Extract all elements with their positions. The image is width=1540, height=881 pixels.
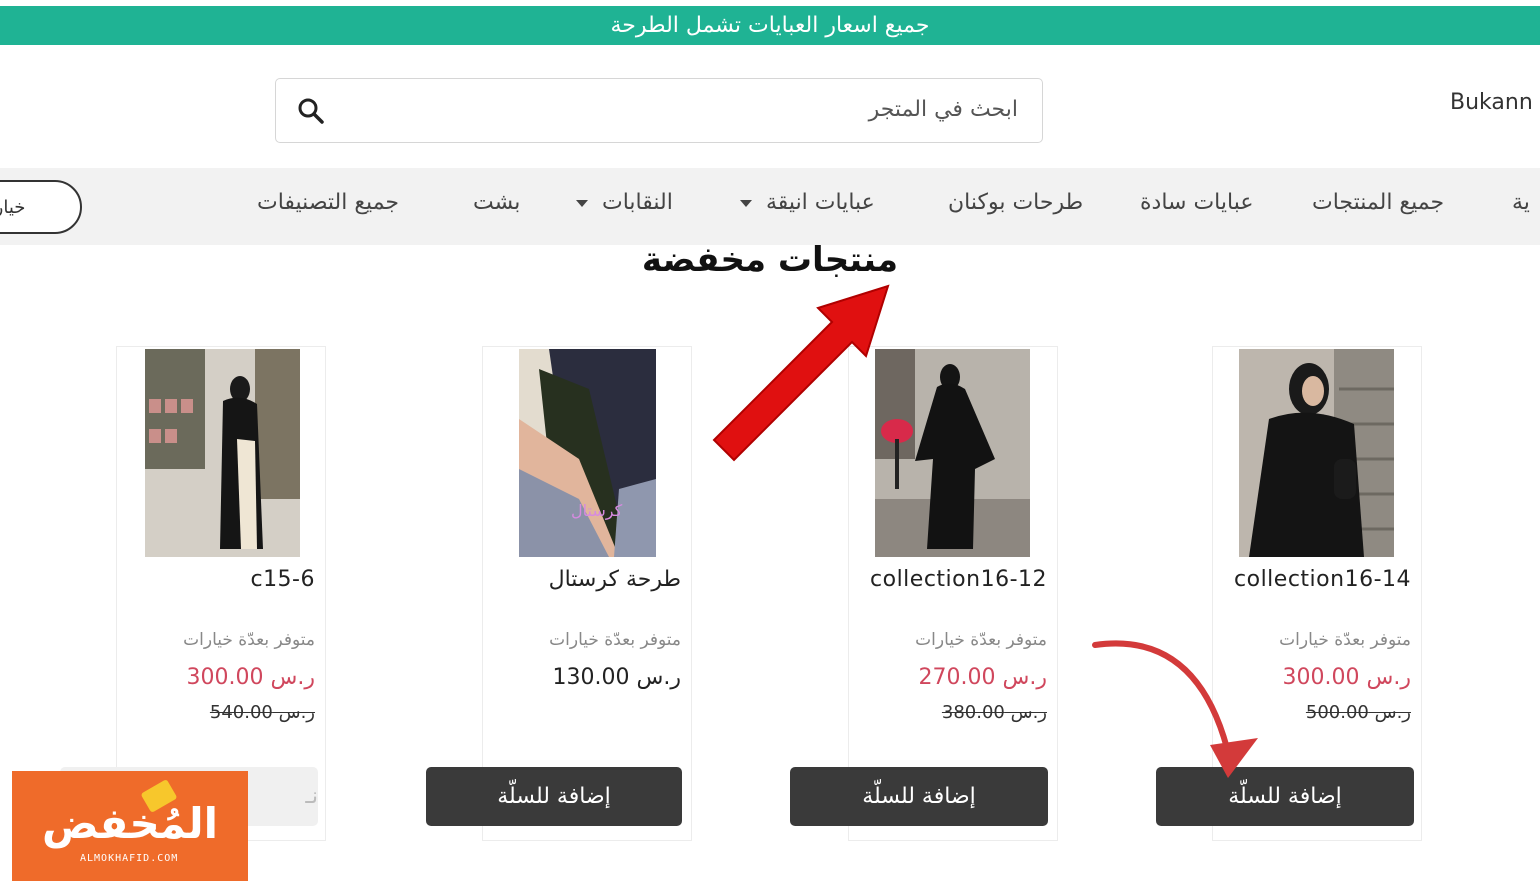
search-icon[interactable] — [296, 96, 326, 130]
nav-item-all-products[interactable]: جميع المنتجات — [1312, 190, 1444, 215]
availability-text: متوفر بعدّة خيارات — [915, 630, 1047, 650]
availability-text: متوفر بعدّة خيارات — [1279, 630, 1411, 650]
nav-item-plain-abayas[interactable]: عبايات سادة — [1140, 190, 1253, 215]
add-to-cart-button[interactable]: إضافة للسلّة — [790, 767, 1048, 826]
search-input[interactable]: ابحث في المتجر — [869, 97, 1018, 122]
availability-text: متوفر بعدّة خيارات — [183, 630, 315, 650]
product-name[interactable]: collection16-14 — [1234, 567, 1411, 592]
section-title: منتجات مخفضة — [641, 240, 899, 280]
search-box[interactable]: ابحث في المتجر — [275, 78, 1043, 143]
original-price: ر.س 540.00 — [209, 702, 315, 723]
nav-item-bisht[interactable]: بشت — [473, 190, 520, 215]
add-to-cart-button[interactable]: إضافة للسلّة — [426, 767, 682, 826]
watermark-domain: ALMOKHAFID.COM — [80, 853, 179, 864]
nav-item-label: النقابات — [602, 190, 673, 215]
original-price: ر.س 500.00 — [1305, 702, 1411, 723]
product-name[interactable]: collection16-12 — [870, 567, 1047, 592]
product-price: ر.س 130.00 — [552, 665, 681, 690]
product-image[interactable]: كرستال — [519, 349, 656, 557]
nav-item-all-categories[interactable]: جميع التصنيفات — [257, 190, 399, 215]
add-to-cart-button[interactable]: إضافة للسلّة — [1156, 767, 1414, 826]
nav-item-bukanan-scarves[interactable]: طرحات بوكنان — [948, 190, 1083, 215]
main-nav: ية جميع المنتجات عبايات سادة طرحات بوكنا… — [0, 168, 1540, 245]
store-logo[interactable]: Bukann — [1450, 90, 1533, 115]
nav-item-niqabs[interactable]: النقابات — [576, 190, 673, 215]
watermark-brand: المُخفض — [41, 799, 219, 848]
chevron-down-icon — [740, 199, 752, 207]
watermark-logo: المُخفض ALMOKHAFID.COM — [12, 771, 248, 881]
chevron-down-icon — [576, 199, 588, 207]
original-price: ر.س 380.00 — [941, 702, 1047, 723]
sale-price: ر.س 300.00 — [186, 665, 315, 690]
product-image[interactable] — [1239, 349, 1394, 557]
sale-price: ر.س 300.00 — [1282, 665, 1411, 690]
nav-item-partial[interactable]: ية — [1512, 190, 1530, 215]
product-name[interactable]: c15-6 — [250, 567, 315, 592]
product-name[interactable]: طرحة كرستال — [549, 567, 681, 592]
sale-price: ر.س 270.00 — [918, 665, 1047, 690]
nav-item-label: عبايات انيقة — [766, 190, 875, 215]
options-button[interactable]: خيارات ا — [0, 180, 82, 234]
product-image[interactable] — [875, 349, 1030, 557]
image-caption: كرستال — [571, 501, 623, 520]
announcement-text: جميع اسعار العبايات تشمل الطرحة — [610, 13, 930, 38]
nav-item-elegant-abayas[interactable]: عبايات انيقة — [740, 190, 875, 215]
product-image[interactable] — [145, 349, 300, 557]
announcement-bar: جميع اسعار العبايات تشمل الطرحة — [0, 6, 1540, 45]
availability-text: متوفر بعدّة خيارات — [549, 630, 681, 650]
